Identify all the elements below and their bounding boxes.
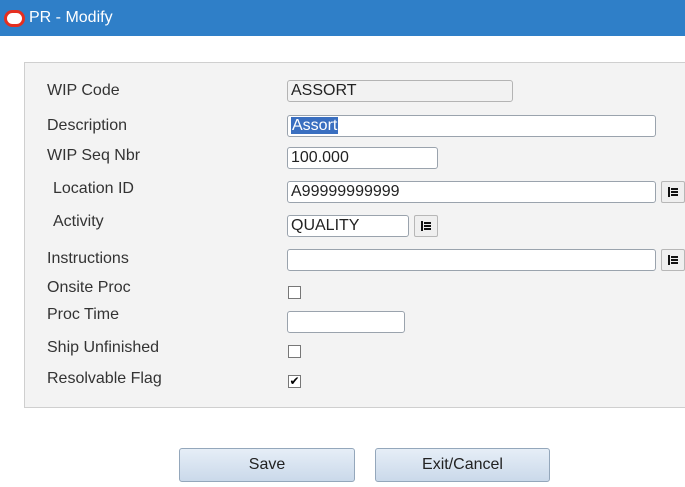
instructions-lookup-button[interactable] [661,249,685,271]
list-lookup-icon [421,221,431,231]
location-id-label: Location ID [53,180,134,197]
proc-time-label: Proc Time [47,306,120,323]
resolvable-flag-checkbox[interactable]: ✔ [288,375,301,388]
oracle-logo-icon [4,9,25,27]
wip-code-label: WIP Code [47,82,120,99]
onsite-proc-checkbox[interactable] [288,286,301,299]
wip-seq-nbr-input[interactable]: 100.000 [287,147,438,169]
description-input[interactable]: Assort [287,115,656,137]
save-button[interactable]: Save [179,448,355,482]
wip-seq-nbr-label: WIP Seq Nbr [47,147,141,164]
location-id-input[interactable]: A99999999999 [287,181,656,203]
proc-time-input[interactable] [287,311,405,333]
ship-unfinished-label: Ship Unfinished [47,339,160,356]
exit-cancel-button[interactable]: Exit/Cancel [375,448,550,482]
title-bar: PR - Modify [0,0,685,36]
ship-unfinished-checkbox[interactable] [288,345,301,358]
instructions-input[interactable] [287,249,656,271]
wip-code-field: ASSORT [287,80,513,102]
resolvable-flag-label: Resolvable Flag [47,370,162,387]
description-selected-text: Assort [291,117,339,134]
activity-input[interactable]: QUALITY [287,215,409,237]
window-title: PR - Modify [29,9,113,26]
list-lookup-icon [668,187,678,197]
list-lookup-icon [668,255,678,265]
description-label: Description [47,117,128,134]
form-panel: WIP Code ASSORT Description Assort WIP S… [24,62,685,408]
onsite-proc-label: Onsite Proc [47,279,131,296]
instructions-label: Instructions [47,250,129,267]
activity-lookup-button[interactable] [414,215,438,237]
location-id-lookup-button[interactable] [661,181,685,203]
activity-label: Activity [53,213,104,230]
